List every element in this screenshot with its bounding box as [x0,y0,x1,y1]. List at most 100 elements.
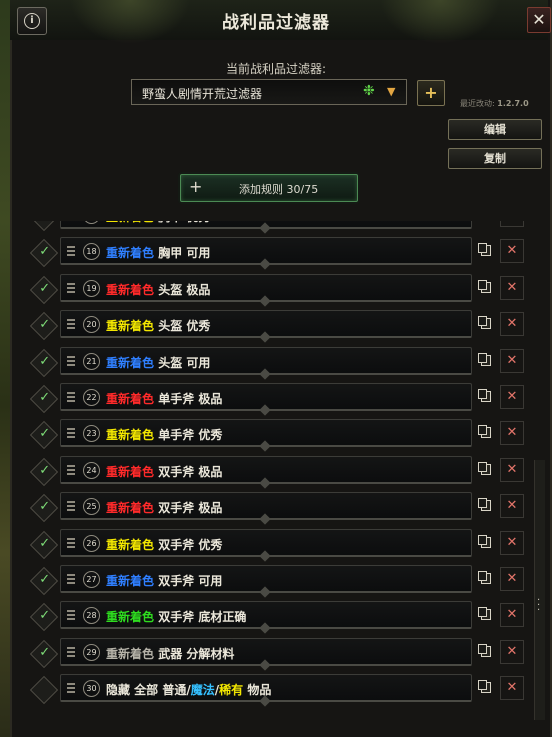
rule-row[interactable]: ✓ 25 重新着色 双手斧 极品 ✕ [22,490,542,525]
scroll-handle-icon[interactable]: · · · [537,596,540,616]
drag-handle-icon[interactable] [67,572,75,586]
drag-handle-icon[interactable] [67,221,75,222]
copy-icon[interactable] [478,607,491,621]
rule-box[interactable]: 25 重新着色 双手斧 极品 [60,492,472,525]
copy-icon[interactable] [478,498,491,512]
drag-handle-icon[interactable] [67,244,75,258]
delete-icon[interactable]: ✕ [500,348,524,373]
rule-text: 重新着色 单手斧 优秀 [106,426,222,443]
delete-icon[interactable]: ✕ [500,457,524,482]
scrollbar[interactable]: · · · [534,460,545,720]
copy-button[interactable]: 复制 [448,148,542,169]
rule-row[interactable]: ✓ 20 重新着色 头盔 优秀 ✕ [22,308,542,343]
copy-icon[interactable] [478,643,491,657]
rule-text: 隐藏 全部 普通/魔法/稀有 物品 [106,681,271,698]
rule-box[interactable]: 26 重新着色 双手斧 优秀 [60,528,472,562]
rule-row[interactable]: ✓ 19 重新着色 头盔 极品 ✕ [22,272,542,307]
delete-icon[interactable]: ✕ [500,385,524,409]
rule-row[interactable]: ✓ 21 重新着色 头盔 可用 ✕ [22,345,542,380]
drag-handle-icon[interactable] [67,681,75,695]
edit-button[interactable]: 编辑 [448,119,542,140]
delete-icon[interactable]: ✕ [500,275,524,300]
rule-enabled-checkbox[interactable]: ✓ [29,275,59,304]
copy-icon[interactable] [478,243,491,257]
rule-box[interactable]: 24 重新着色 双手斧 极品 [60,455,472,489]
drag-handle-icon[interactable] [67,499,75,513]
drag-handle-icon[interactable] [67,608,75,622]
close-button[interactable]: ✕ [527,7,551,33]
rule-text: 重新着色 双手斧 极品 [106,463,222,480]
copy-icon[interactable] [478,534,491,548]
delete-icon[interactable]: ✕ [500,239,524,264]
filter-select[interactable]: 野蛮人剧情开荒过滤器 ❉ ▼ [131,79,407,105]
rule-number: 19 [83,279,100,297]
drag-handle-icon[interactable] [67,463,75,477]
rule-box[interactable]: 20 重新着色 头盔 优秀 [60,310,472,343]
delete-icon[interactable]: ✕ [500,676,524,701]
rule-enabled-checkbox[interactable]: ✓ [29,221,59,232]
rule-box[interactable]: 27 重新着色 双手斧 可用 [60,565,472,598]
add-rule-button[interactable]: + 添加规则 30/75 [180,174,358,202]
rule-text-part: 双手斧 可用 [154,574,223,588]
rule-row[interactable]: ✓ 17 重新着色 胸甲 优秀 ✕ [22,221,542,234]
rule-enabled-checkbox[interactable]: ✓ [29,312,59,341]
rule-enabled-checkbox[interactable]: ✓ [29,566,59,596]
rule-box[interactable]: 17 重新着色 胸甲 优秀 [60,221,472,234]
drag-handle-icon[interactable] [67,390,75,404]
drag-handle-icon[interactable] [67,536,75,550]
rule-box[interactable]: 22 重新着色 单手斧 极品 [60,383,472,416]
copy-icon[interactable] [478,680,491,694]
drag-handle-icon[interactable] [67,645,75,659]
rule-box[interactable]: 28 重新着色 双手斧 底材正确 [60,601,472,635]
check-icon: ✓ [39,280,51,296]
rule-notch [259,513,271,525]
drag-handle-icon[interactable] [67,281,75,295]
rule-box[interactable]: 21 重新着色 头盔 可用 [60,346,472,380]
delete-icon[interactable]: ✕ [500,421,524,446]
rule-row[interactable]: ✓ 18 重新着色 胸甲 可用 ✕ [22,235,542,271]
rule-enabled-checkbox[interactable]: ✓ [29,530,59,559]
rule-enabled-checkbox[interactable]: ✓ [29,639,59,668]
copy-icon[interactable] [478,279,491,293]
rule-row[interactable]: ✓ 27 重新着色 双手斧 可用 ✕ [22,563,542,598]
rule-row[interactable]: ✓ 29 重新着色 武器 分解材料 ✕ [22,636,542,671]
filter-select-value: 野蛮人剧情开荒过滤器 [142,87,263,101]
rule-box[interactable]: 19 重新着色 头盔 极品 [60,273,472,307]
delete-icon[interactable]: ✕ [500,639,524,664]
copy-icon[interactable] [478,316,491,330]
copy-icon[interactable] [478,571,491,584]
rule-enabled-checkbox[interactable]: ✓ [29,239,59,268]
rule-box[interactable]: 23 重新着色 单手斧 优秀 [60,419,472,453]
copy-icon[interactable] [478,425,491,439]
rule-enabled-checkbox[interactable]: ✓ [29,421,59,450]
rule-enabled-checkbox[interactable]: ✓ [29,348,59,377]
drag-handle-icon[interactable] [67,317,75,331]
rule-enabled-checkbox[interactable]: ✓ [29,384,59,414]
info-button[interactable]: i [17,7,47,35]
rule-box[interactable]: 18 重新着色 胸甲 可用 [60,237,472,271]
rule-enabled-checkbox[interactable]: ✓ [29,494,59,523]
delete-icon[interactable]: ✕ [500,312,524,337]
rule-row[interactable]: ✓ 23 重新着色 单手斧 优秀 ✕ [22,417,542,453]
delete-icon[interactable]: ✕ [500,567,524,591]
add-filter-button[interactable]: + [417,80,445,106]
rule-enabled-checkbox[interactable]: ✓ [29,457,59,486]
delete-icon[interactable]: ✕ [500,221,524,227]
rule-row[interactable]: ✓ 28 重新着色 双手斧 底材正确 ✕ [22,599,542,635]
drag-handle-icon[interactable] [67,426,75,440]
delete-icon[interactable]: ✕ [500,530,524,555]
copy-icon[interactable] [478,389,491,402]
delete-icon[interactable]: ✕ [500,494,524,519]
rule-row[interactable]: ✓ 22 重新着色 单手斧 极品 ✕ [22,381,542,416]
rule-box[interactable]: 29 重新着色 武器 分解材料 [60,637,472,671]
delete-icon[interactable]: ✕ [500,603,524,628]
copy-icon[interactable] [478,352,491,366]
rule-enabled-checkbox[interactable]: ✓ [29,603,59,632]
rule-row[interactable]: ✓ 24 重新着色 双手斧 极品 ✕ [22,454,542,489]
copy-icon[interactable] [478,461,491,475]
rule-box[interactable]: 30 隐藏 全部 普通/魔法/稀有 物品 [60,674,472,707]
rule-row[interactable]: ✓ 26 重新着色 双手斧 优秀 ✕ [22,527,542,562]
rule-row[interactable]: ✓ 30 隐藏 全部 普通/魔法/稀有 物品 ✕ [22,672,542,707]
drag-handle-icon[interactable] [67,354,75,368]
rule-enabled-checkbox[interactable]: ✓ [29,676,59,705]
